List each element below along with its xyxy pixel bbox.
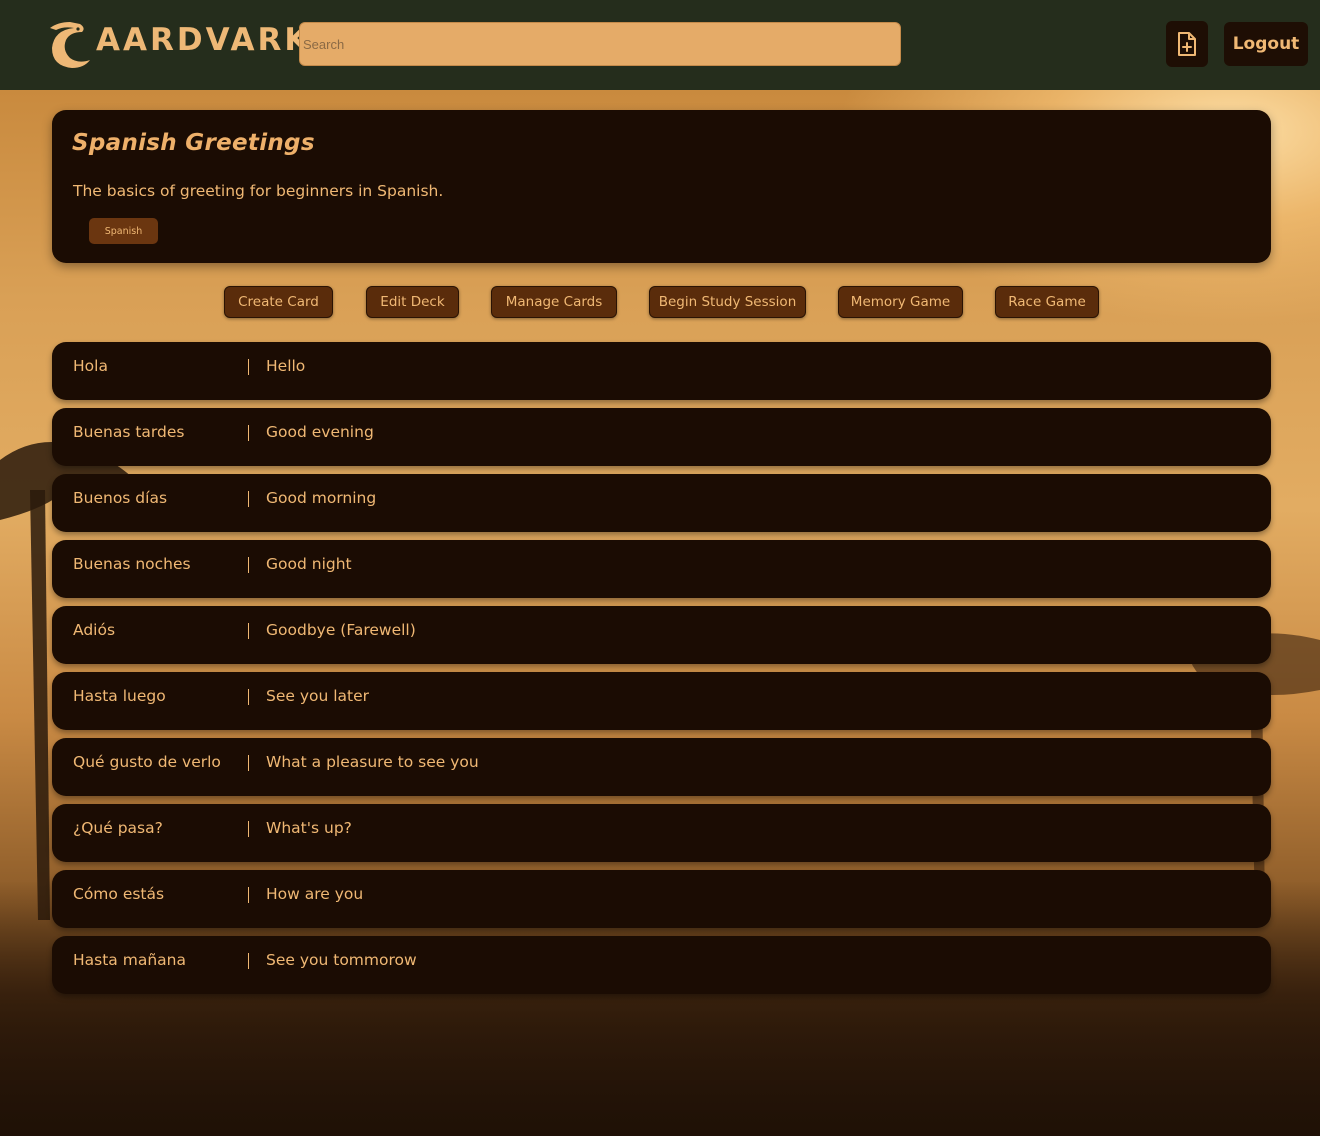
card-front: ¿Qué pasa? [73,819,163,837]
card-divider [248,953,249,969]
card-front: Hasta mañana [73,951,186,969]
card-front: Buenos días [73,489,168,507]
card-front: Adiós [73,621,116,639]
card-row[interactable]: Qué gusto de verlo What a pleasure to see… [52,738,1271,796]
card-row[interactable]: ¿Qué pasa? What's up? [52,804,1271,862]
card-back: What's up? [266,819,352,837]
card-back: What a pleasure to see you [266,753,479,771]
card-front: Hola [73,357,108,375]
edit-deck-button[interactable]: Edit Deck [366,286,459,318]
card-front: Buenas noches [73,555,191,573]
card-back: See you tommorow [266,951,417,969]
create-card-button[interactable]: Create Card [224,286,333,318]
card-divider [248,623,249,639]
card-back: How are you [266,885,364,903]
card-divider [248,425,249,441]
card-back: Good morning [266,489,377,507]
card-row[interactable]: Buenos días Good morning [52,474,1271,532]
card-row[interactable]: Buenas noches Good night [52,540,1271,598]
deck-title: Spanish Greetings [72,130,315,156]
new-deck-button[interactable] [1166,21,1208,67]
deck-info-panel: Spanish Greetings The basics of greeting… [52,110,1271,263]
aardvark-logo-icon [50,22,90,68]
card-divider [248,689,249,705]
card-back: Good night [266,555,352,573]
manage-cards-button[interactable]: Manage Cards [491,286,617,318]
deck-action-bar: Create Card Edit Deck Manage Cards Begin… [0,286,1320,318]
card-front: Hasta luego [73,687,166,705]
search-input[interactable] [299,22,901,66]
race-game-button[interactable]: Race Game [995,286,1099,318]
card-back: Goodbye (Farewell) [266,621,416,639]
card-list: Hola Hello Buenas tardes Good evening Buen… [52,342,1271,1002]
card-row[interactable]: Hasta mañana See you tommorow [52,936,1271,994]
top-navbar: AARDVARK Logout [0,0,1320,90]
memory-game-button[interactable]: Memory Game [838,286,963,318]
card-divider [248,755,249,771]
card-back: See you later [266,687,370,705]
card-divider [248,557,249,573]
card-row[interactable]: Buenas tardes Good evening [52,408,1271,466]
card-row[interactable]: Cómo estás How are you [52,870,1271,928]
card-divider [248,491,249,507]
deck-description: The basics of greeting for beginners in … [73,182,444,200]
card-row[interactable]: Hola Hello [52,342,1271,400]
card-front: Qué gusto de verlo [73,753,221,771]
logout-button[interactable]: Logout [1224,22,1308,66]
card-back: Good evening [266,423,374,441]
file-plus-icon [1178,32,1196,56]
card-row[interactable]: Hasta luego See you later [52,672,1271,730]
card-front: Cómo estás [73,885,165,903]
card-back: Hello [266,357,306,375]
begin-study-session-button[interactable]: Begin Study Session [649,286,806,318]
card-divider [248,359,249,375]
card-divider [248,887,249,903]
card-front: Buenas tardes [73,423,185,441]
deck-tag-badge[interactable]: Spanish [89,218,158,244]
card-divider [248,821,249,837]
card-row[interactable]: Adiós Goodbye (Farewell) [52,606,1271,664]
app-logo-text[interactable]: AARDVARK [96,22,311,58]
